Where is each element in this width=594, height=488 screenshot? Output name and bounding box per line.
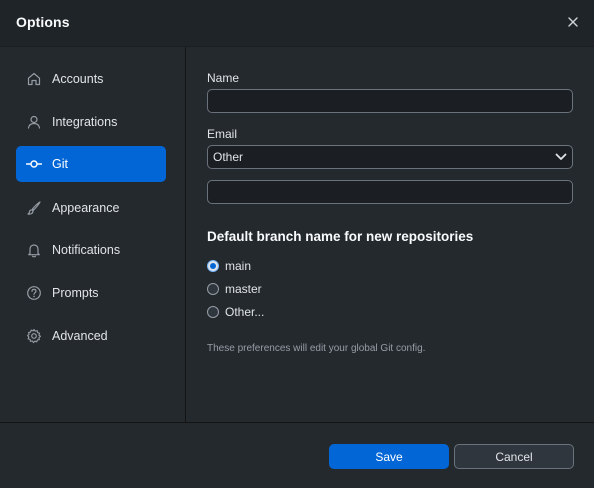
radio-button[interactable] bbox=[207, 306, 219, 318]
email-input[interactable] bbox=[207, 180, 573, 204]
radio-button[interactable] bbox=[207, 283, 219, 295]
sidebar-item-label: Git bbox=[52, 157, 68, 171]
name-label: Name bbox=[207, 71, 240, 85]
sidebar-item-notifications[interactable]: Notifications bbox=[16, 232, 166, 268]
git-settings-panel: Name Email Other Default branch name for… bbox=[187, 47, 594, 422]
branch-option-label: main bbox=[225, 259, 252, 273]
question-icon bbox=[26, 285, 42, 301]
cancel-button[interactable]: Cancel bbox=[454, 444, 574, 469]
sidebar-item-prompts[interactable]: Prompts bbox=[16, 275, 166, 311]
sidebar-item-label: Appearance bbox=[52, 201, 120, 215]
options-sidebar: Accounts Integrations Git Appearance Not… bbox=[0, 47, 186, 422]
close-icon bbox=[568, 17, 578, 27]
email-select[interactable]: Other bbox=[207, 145, 573, 169]
sidebar-item-accounts[interactable]: Accounts bbox=[16, 61, 166, 97]
sidebar-item-label: Advanced bbox=[52, 329, 108, 343]
home-icon bbox=[26, 71, 42, 87]
branch-option-main[interactable]: main bbox=[207, 258, 251, 274]
bell-icon bbox=[26, 242, 42, 258]
sidebar-item-advanced[interactable]: Advanced bbox=[16, 318, 166, 354]
branch-option-label: master bbox=[225, 282, 262, 296]
sidebar-item-label: Integrations bbox=[52, 115, 118, 129]
sidebar-item-appearance[interactable]: Appearance bbox=[16, 190, 166, 226]
title-bar: Options bbox=[0, 0, 594, 47]
sidebar-item-label: Notifications bbox=[52, 243, 121, 257]
sidebar-item-git[interactable]: Git bbox=[16, 146, 166, 182]
radio-button-checked[interactable] bbox=[207, 260, 219, 272]
paintbrush-icon bbox=[26, 200, 42, 216]
gear-icon bbox=[26, 328, 42, 344]
email-label: Email bbox=[207, 127, 238, 141]
git-commit-icon bbox=[26, 156, 42, 172]
dialog-title: Options bbox=[16, 14, 70, 30]
name-input[interactable] bbox=[207, 89, 573, 113]
sidebar-item-integrations[interactable]: Integrations bbox=[16, 104, 166, 140]
sidebar-item-label: Accounts bbox=[52, 72, 104, 86]
email-select-value: Other bbox=[213, 150, 244, 164]
person-icon bbox=[26, 114, 42, 130]
git-config-hint: These preferences will edit your global … bbox=[207, 343, 426, 354]
branch-option-label: Other... bbox=[225, 305, 265, 319]
save-button[interactable]: Save bbox=[329, 444, 449, 469]
close-button[interactable] bbox=[562, 11, 584, 33]
options-dialog: Options Accounts Integrations Git Appear… bbox=[0, 0, 594, 488]
branch-option-master[interactable]: master bbox=[207, 281, 262, 297]
chevron-down-icon bbox=[552, 150, 570, 164]
sidebar-item-label: Prompts bbox=[52, 286, 99, 300]
default-branch-heading: Default branch name for new repositories bbox=[207, 229, 474, 244]
branch-option-other[interactable]: Other... bbox=[207, 304, 264, 320]
dialog-footer: Save Cancel bbox=[0, 422, 594, 488]
